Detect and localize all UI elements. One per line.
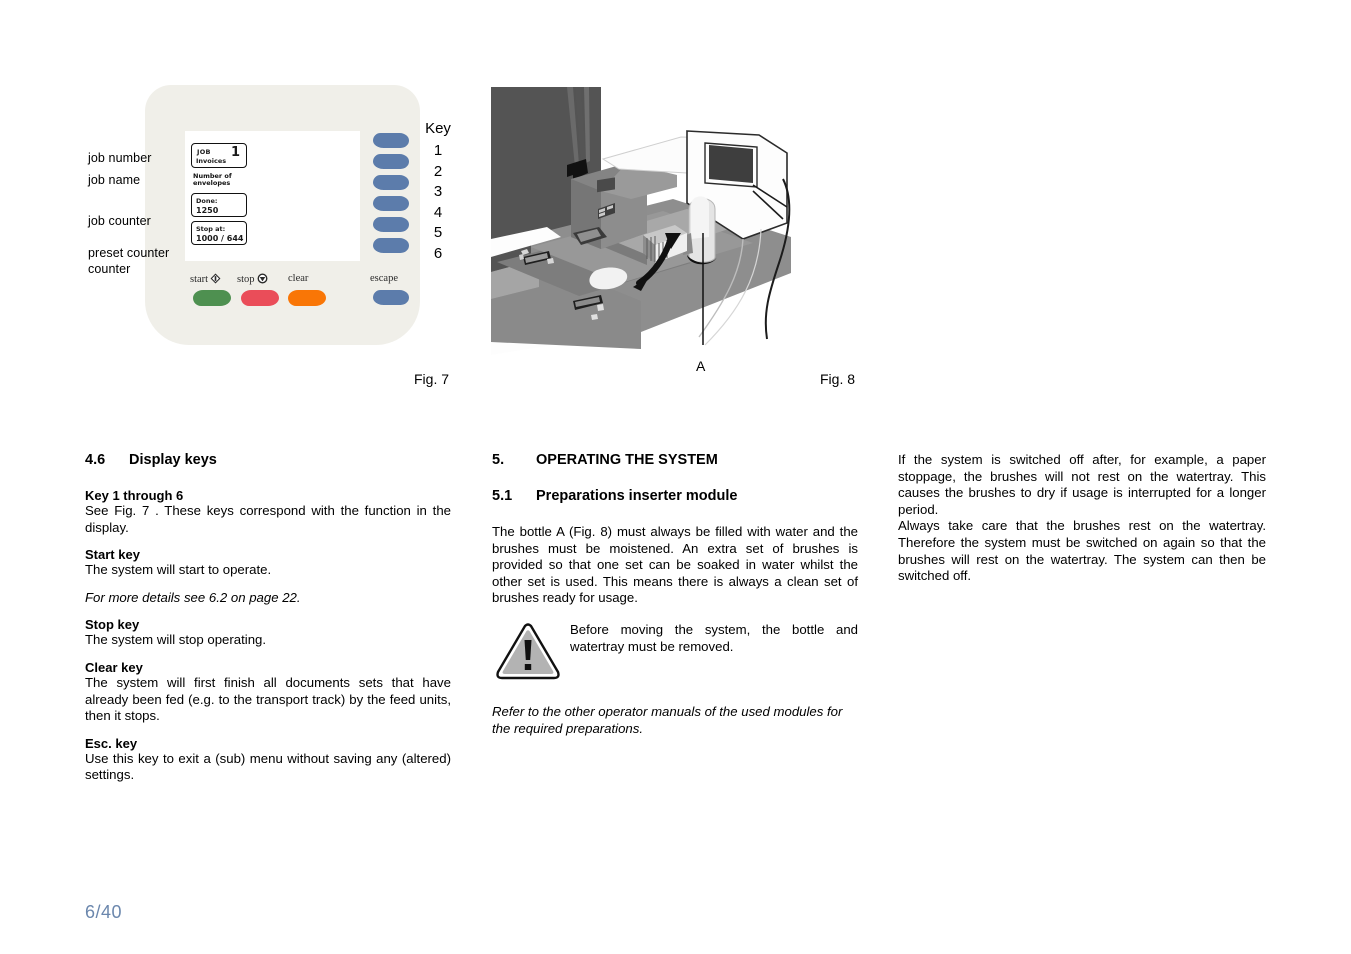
note-more-details: For more details see 6.2 on page 22. [85,589,301,605]
section-title: Display keys [129,452,217,468]
panel-escape-label: escape [370,273,398,284]
panel-stop-button[interactable] [241,290,279,306]
key-number: 2 [433,162,443,180]
panel-stop-text: stop [237,274,255,285]
panel-escape-key[interactable] [373,290,409,305]
annotation-counter: counter [88,262,131,276]
panel-start-label: start [190,273,221,285]
key-number: 4 [433,203,443,221]
section-number: 5. [492,452,505,468]
panel-stop-label: stop [237,273,268,285]
display-field-job: JOB 1 Invoices [191,143,247,168]
warning-block: Before moving the system, the bottle and… [492,622,858,684]
panel-key-2[interactable] [373,154,409,169]
section-heading-4-6: 4.6 Display keys [85,452,451,468]
figure-7-key-column: Key 1 2 3 4 5 6 [418,120,458,265]
key-number: 1 [433,142,443,159]
annotation-job-name: job name [88,173,141,187]
paragraph-switched-off: If the system is switched off after, for… [898,452,1266,517]
panel-start-text: start [190,274,209,285]
panel-key-4[interactable] [373,196,409,211]
panel-key-6[interactable] [373,238,409,253]
start-diamond-icon [210,273,221,284]
column-right: If the system is switched off after, for… [898,452,1266,585]
paragraph-preparations: The bottle A (Fig. 8) must always be fil… [492,524,858,606]
paragraph-start-key: The system will start to operate. [85,562,272,578]
subsection-number: 5.1 [492,488,513,504]
warning-text: Before moving the system, the bottle and… [570,621,858,654]
subheading-key-1-through-6: Key 1 through 6 [85,488,184,503]
key-number: 6 [433,244,443,262]
figure-8-illustration [491,87,791,355]
note-refer-manuals: Refer to the other operator manuals of t… [492,703,843,736]
display-field-job-counter: Done: 1250 [191,193,247,217]
panel-key-5[interactable] [373,217,409,232]
subheading-esc-key: Esc. key [85,735,138,751]
subheading-clear-key: Clear key [85,659,143,675]
figure-8-inserter-machine [491,87,871,387]
annotation-preset-counter: preset counter [88,246,170,260]
section-title: OPERATING THE SYSTEM [536,452,718,468]
paragraph-key-1-through-6: See Fig. 7 . These keys correspond with … [85,503,451,535]
page-number: 6/40 [85,902,123,922]
subheading-start-key: Start key [85,547,140,563]
display-job-number-value: 1 [230,145,240,160]
annotation-job-number: job number [88,151,152,165]
paragraph-esc-key: Use this key to exit a (sub) menu withou… [85,750,451,783]
annotation-job-counter: job counter [88,214,151,228]
paragraph-clear-key: The system will first finish all documen… [85,674,451,724]
warning-triangle-icon [496,623,560,680]
panel-clear-button[interactable] [288,290,326,306]
figure-8-callout-a: A [696,358,706,374]
panel-start-button[interactable] [193,290,231,306]
section-heading-5-1: 5.1 Preparations inserter module [492,488,858,504]
display-field-preset-counter: Stop at: 1000 / 644 [191,221,247,245]
display-job-name-value: Invoices [196,157,227,165]
figure-8-caption: Fig. 8 [820,371,856,387]
panel-key-3[interactable] [373,175,409,190]
figures-area: JOB 1 Invoices Number of envelopes Done:… [0,0,1351,400]
key-column-header: Key [425,120,451,137]
section-heading-5: 5. OPERATING THE SYSTEM [492,452,858,468]
key-number: 5 [433,224,443,242]
paragraph-stop-key: The system will stop operating. [85,632,267,648]
panel-key-1[interactable] [373,133,409,148]
subsection-title: Preparations inserter module [536,488,738,504]
column-left: 4.6 Display keys Key 1 through 6 See Fig.… [85,452,451,784]
figure-7-caption: Fig. 7 [414,371,450,387]
display-job-word: JOB [197,148,211,156]
display-done-value: 1250 [196,206,219,215]
display-envelopes-label: Number of envelopes [193,172,232,188]
display-stop-at-value: 1000 / 644 [196,234,244,243]
column-middle: 5. OPERATING THE SYSTEM 5.1 Preparations i… [492,452,858,737]
display-stop-at-label: Stop at: [196,225,226,233]
figure-7-control-panel: JOB 1 Invoices Number of envelopes Done:… [85,85,435,355]
display-done-label: Done: [196,197,218,205]
paragraph-watertray-care: Always take care that the brushes rest o… [898,518,1266,584]
stop-circle-icon [257,273,268,284]
subheading-stop-key: Stop key [85,617,140,633]
section-number: 4.6 [85,452,106,468]
key-number: 3 [433,183,443,201]
panel-clear-label: clear [288,273,309,284]
